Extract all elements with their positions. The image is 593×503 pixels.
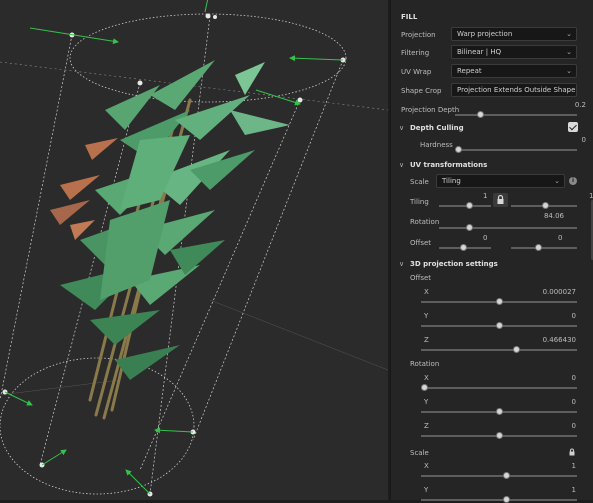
scale-x-axis-label: X xyxy=(424,462,429,470)
lock-button[interactable] xyxy=(493,193,508,207)
projection-gizmo[interactable] xyxy=(0,0,388,500)
filtering-label: Filtering xyxy=(401,49,430,57)
uv-wrap-label: UV Wrap xyxy=(401,68,432,76)
scale-label: Scale xyxy=(410,178,429,186)
offset-y-handle[interactable] xyxy=(496,322,503,329)
tiling-handle-u[interactable] xyxy=(466,202,473,209)
depth-culling-checkbox[interactable] xyxy=(568,122,578,132)
tiling-value: 1 xyxy=(483,192,488,200)
rotation-y-handle[interactable] xyxy=(496,408,503,415)
offset-label: Offset xyxy=(410,239,432,247)
projection-dropdown[interactable]: Warp projection ⌄ xyxy=(451,27,577,41)
hardness-handle[interactable] xyxy=(455,146,462,153)
rotation-x-slider[interactable] xyxy=(421,387,577,389)
scale-x-handle[interactable] xyxy=(503,472,510,479)
offset-x-handle[interactable] xyxy=(496,298,503,305)
rotation-z-handle[interactable] xyxy=(496,432,503,439)
tiling-handle-v[interactable] xyxy=(542,202,549,209)
offset-x-value: 0.000027 xyxy=(542,288,576,296)
projection-3d-title: 3D projection settings xyxy=(410,260,498,268)
shape-crop-label: Shape Crop xyxy=(401,87,442,95)
rotation-x-handle[interactable] xyxy=(421,384,428,391)
uv-wrap-dropdown[interactable]: Repeat ⌄ xyxy=(451,64,577,78)
offset-z-slider[interactable] xyxy=(421,349,577,351)
chevron-down-icon: ∨ xyxy=(399,161,405,169)
lock-icon xyxy=(497,194,504,204)
scale-dropdown[interactable]: Tiling ⌄ xyxy=(436,174,565,188)
depth-culling-section[interactable]: ∨ Depth Culling xyxy=(391,122,593,136)
rotation-x-axis-label: X xyxy=(424,374,429,382)
rotation-value: 84.06 xyxy=(543,212,564,220)
proj-rotation-label: Rotation xyxy=(410,360,440,368)
viewport-3d[interactable] xyxy=(0,0,388,500)
offset-z-value: 0.466430 xyxy=(542,336,576,344)
offset-x-axis-label: X xyxy=(424,288,429,296)
shape-crop-dropdown[interactable]: Projection Extends Outside Shape ⌄ xyxy=(451,83,577,97)
chevron-down-icon: ⌄ xyxy=(566,30,572,38)
filtering-dropdown[interactable]: Bilinear | HQ ⌄ xyxy=(451,45,577,59)
rotation-label: Rotation xyxy=(410,218,440,226)
hardness-slider[interactable] xyxy=(457,149,577,151)
rotation-y-axis-label: Y xyxy=(424,398,429,406)
filtering-value: Bilinear | HQ xyxy=(457,48,502,56)
hardness-value: 0 xyxy=(581,136,586,144)
chevron-down-icon: ⌄ xyxy=(566,48,572,56)
projection-depth-label: Projection Depth xyxy=(401,106,460,114)
offset-value-v: 0 xyxy=(558,234,563,242)
info-icon[interactable]: i xyxy=(569,177,577,185)
chevron-down-icon: ∨ xyxy=(399,260,405,268)
uv-wrap-value: Repeat xyxy=(457,67,482,75)
offset-z-handle[interactable] xyxy=(513,346,520,353)
projection-value: Warp projection xyxy=(457,30,513,38)
hardness-label: Hardness xyxy=(420,141,453,149)
rotation-y-value: 0 xyxy=(571,398,576,406)
rotation-z-axis-label: Z xyxy=(424,422,429,430)
offset-handle-v[interactable] xyxy=(535,244,542,251)
offset-z-axis-label: Z xyxy=(424,336,429,344)
tiling-value-v: 1 xyxy=(589,192,593,200)
proj-scale-label: Scale xyxy=(410,449,429,457)
offset-slider-v[interactable] xyxy=(511,247,577,249)
scale-y-value: 1 xyxy=(571,486,576,494)
chevron-down-icon: ⌄ xyxy=(554,177,560,185)
chevron-down-icon: ⌄ xyxy=(566,86,572,94)
uv-transformations-section[interactable]: ∨ UV transformations xyxy=(391,159,593,173)
offset-y-axis-label: Y xyxy=(424,312,429,320)
projection-depth-handle[interactable] xyxy=(477,111,484,118)
scale-y-axis-label: Y xyxy=(424,486,429,494)
uv-transformations-title: UV transformations xyxy=(410,161,488,169)
scale-lock-icon[interactable] xyxy=(568,448,576,456)
chevron-down-icon: ∨ xyxy=(399,124,405,132)
offset-handle-u[interactable] xyxy=(460,244,467,251)
scale-y-slider[interactable] xyxy=(421,499,577,501)
scale-value: Tiling xyxy=(442,177,461,185)
properties-panel: FILL Projection Warp projection ⌄ Filter… xyxy=(390,0,593,503)
rotation-x-value: 0 xyxy=(571,374,576,382)
scale-x-value: 1 xyxy=(571,462,576,470)
rotation-handle[interactable] xyxy=(466,224,473,231)
section-title-fill: FILL xyxy=(401,13,418,21)
scale-x-slider[interactable] xyxy=(421,475,577,477)
projection-3d-section[interactable]: ∨ 3D projection settings xyxy=(391,258,593,272)
rotation-z-value: 0 xyxy=(571,422,576,430)
rotation-slider[interactable] xyxy=(439,227,577,229)
shape-crop-value: Projection Extends Outside Shape xyxy=(457,86,576,94)
offset-value-u: 0 xyxy=(483,234,488,242)
projection-depth-slider[interactable] xyxy=(455,114,577,116)
tiling-label: Tiling xyxy=(410,198,429,206)
projection-label: Projection xyxy=(401,31,436,39)
projection-depth-value: 0.2 xyxy=(574,101,586,109)
offset-y-value: 0 xyxy=(571,312,576,320)
proj-offset-label: Offset xyxy=(410,274,432,282)
chevron-down-icon: ⌄ xyxy=(566,67,572,75)
tiling-slider-u[interactable] xyxy=(439,205,491,207)
depth-culling-title: Depth Culling xyxy=(410,124,464,132)
